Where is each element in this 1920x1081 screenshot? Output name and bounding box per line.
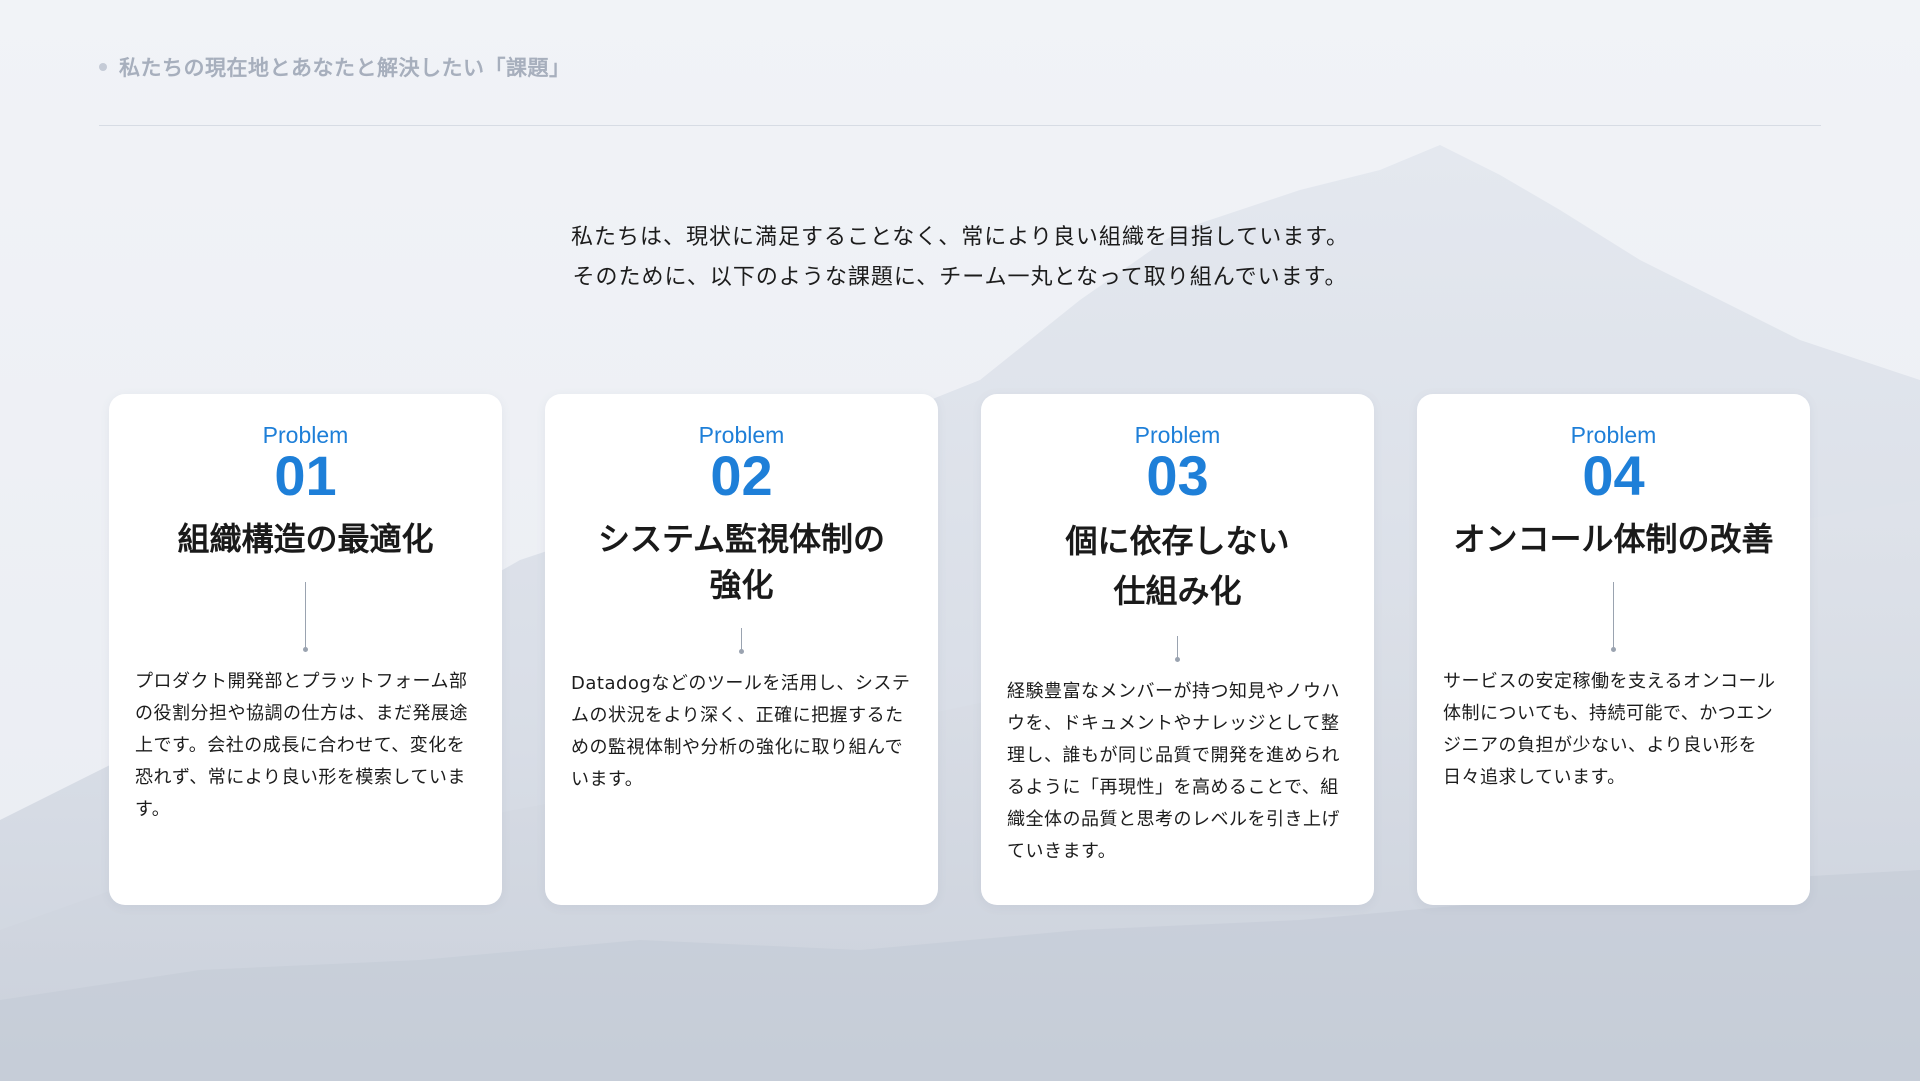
connector-dot-icon: [1175, 657, 1180, 662]
connector: [109, 582, 502, 652]
problem-title: オンコール体制の改善: [1417, 516, 1810, 562]
problem-number: 03: [1146, 444, 1209, 507]
connector-dot-icon: [303, 647, 308, 652]
problem-description: 経験豊富なメンバーが持つ知見やノウハウを、ドキュメントやナレッジとして整理し、誰…: [1007, 681, 1340, 862]
problem-description: Datadogなどのツールを活用し、システムの状況をより深く、正確に把握するため…: [571, 673, 911, 790]
header-divider: [99, 125, 1821, 126]
problem-title-line: 強化: [709, 566, 774, 604]
problem-title-line: オンコール体制の改善: [1453, 520, 1774, 558]
intro-text: 私たちは、現状に満足することなく、常により良い組織を目指しています。 そのために…: [0, 218, 1920, 298]
intro-line-2: そのために、以下のような課題に、チーム一丸となって取り組んでいます。: [572, 265, 1348, 290]
problem-cards: Problem 01 組織構造の最適化 プロダクト開発部とプラットフォーム部の役…: [109, 394, 1810, 905]
connector-line: [305, 582, 306, 648]
bullet-dot-icon: [99, 63, 107, 71]
problem-number: 04: [1582, 444, 1645, 507]
problem-title-line: システム監視体制の: [597, 520, 886, 558]
connector-line: [1613, 582, 1614, 648]
connector-dot-icon: [1611, 647, 1616, 652]
section-title: 私たちの現在地とあなたと解決したい「課題」: [119, 56, 571, 80]
connector-line: [1177, 636, 1178, 658]
problem-description: プロダクト開発部とプラットフォーム部の役割分担や協調の仕方は、まだ発展途上です。…: [135, 671, 468, 820]
section-header: 私たちの現在地とあなたと解決したい「課題」: [99, 52, 571, 82]
problem-title: システム監視体制の 強化: [545, 516, 938, 608]
problem-card-03: Problem 03 個に依存しない 仕組み化 経験豊富なメンバーが持つ知見やノ…: [981, 394, 1374, 905]
connector: [545, 628, 938, 654]
problem-title-line: 個に依存しない: [1065, 522, 1290, 560]
problem-number: 01: [274, 444, 337, 507]
connector: [981, 636, 1374, 662]
problem-title-line: 仕組み化: [1113, 572, 1242, 610]
intro-line-1: 私たちは、現状に満足することなく、常により良い組織を目指しています。: [570, 225, 1350, 250]
connector: [1417, 582, 1810, 652]
problem-card-01: Problem 01 組織構造の最適化 プロダクト開発部とプラットフォーム部の役…: [109, 394, 502, 905]
problem-number: 02: [710, 444, 773, 507]
problem-title: 組織構造の最適化: [109, 516, 502, 562]
problem-card-02: Problem 02 システム監視体制の 強化 Datadogなどのツールを活用…: [545, 394, 938, 905]
problem-title-line: 組織構造の最適化: [177, 520, 434, 558]
connector-line: [741, 628, 742, 650]
problem-description: サービスの安定稼働を支えるオンコール体制についても、持続可能で、かつエンジニアの…: [1443, 671, 1776, 788]
problem-card-04: Problem 04 オンコール体制の改善 サービスの安定稼働を支えるオンコール…: [1417, 394, 1810, 905]
problem-title: 個に依存しない 仕組み化: [981, 516, 1374, 616]
connector-dot-icon: [739, 649, 744, 654]
